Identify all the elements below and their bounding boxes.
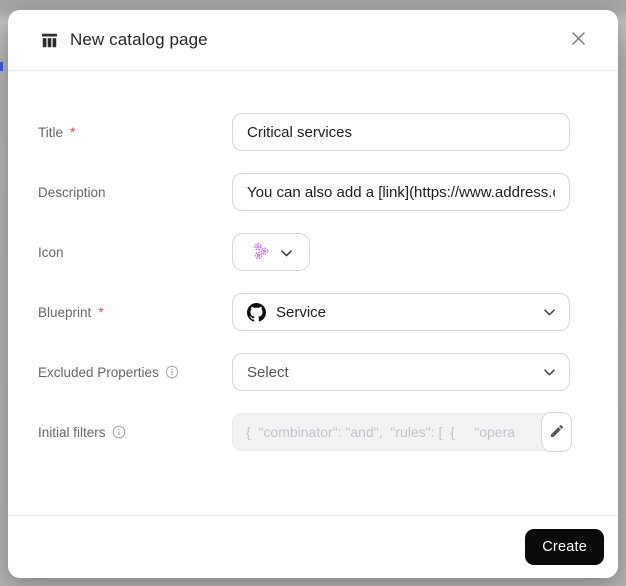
required-asterisk: * <box>70 125 75 140</box>
create-button[interactable]: Create <box>525 529 604 565</box>
chevron-down-icon <box>544 303 555 321</box>
description-field-row: Description <box>38 173 578 211</box>
info-icon[interactable] <box>165 365 179 379</box>
dialog-header: New catalog page <box>8 10 618 71</box>
icon-label: Icon <box>38 245 232 260</box>
background-page-fragment <box>0 62 3 71</box>
close-icon <box>571 31 586 49</box>
excluded-properties-label: Excluded Properties <box>38 365 232 380</box>
dialog-title: New catalog page <box>70 30 208 50</box>
icon-field-row: Icon <box>38 233 578 271</box>
catalog-page-icon <box>40 31 59 50</box>
excluded-properties-select[interactable]: Select <box>232 353 570 391</box>
description-input[interactable] <box>232 173 570 211</box>
initial-filters-field-row: Initial filters <box>38 413 578 451</box>
blueprint-label: Blueprint* <box>38 305 232 320</box>
blueprint-field-row: Blueprint* Service <box>38 293 578 331</box>
initial-filters-input <box>232 413 570 451</box>
edit-filters-button[interactable] <box>541 412 572 452</box>
info-icon[interactable] <box>112 425 126 439</box>
pencil-icon <box>549 423 565 442</box>
dialog-body: Title* Description Icon <box>8 71 618 515</box>
icon-dropdown[interactable] <box>232 233 310 271</box>
new-catalog-page-dialog: New catalog page Title* Description <box>8 10 618 578</box>
dialog-footer: Create <box>8 515 618 578</box>
blueprint-select[interactable]: Service <box>232 293 570 331</box>
description-label: Description <box>38 185 232 200</box>
gears-cluster-icon <box>251 241 271 264</box>
title-label: Title* <box>38 125 232 140</box>
select-placeholder: Select <box>247 364 289 381</box>
initial-filters-label: Initial filters <box>38 425 232 440</box>
github-icon <box>247 303 266 322</box>
title-input[interactable] <box>232 113 570 151</box>
chevron-down-icon <box>281 245 292 260</box>
chevron-down-icon <box>544 363 555 381</box>
blueprint-value: Service <box>276 304 326 321</box>
required-asterisk: * <box>98 305 103 320</box>
close-button[interactable] <box>564 26 592 54</box>
title-field-row: Title* <box>38 113 578 151</box>
excluded-properties-field-row: Excluded Properties Select <box>38 353 578 391</box>
